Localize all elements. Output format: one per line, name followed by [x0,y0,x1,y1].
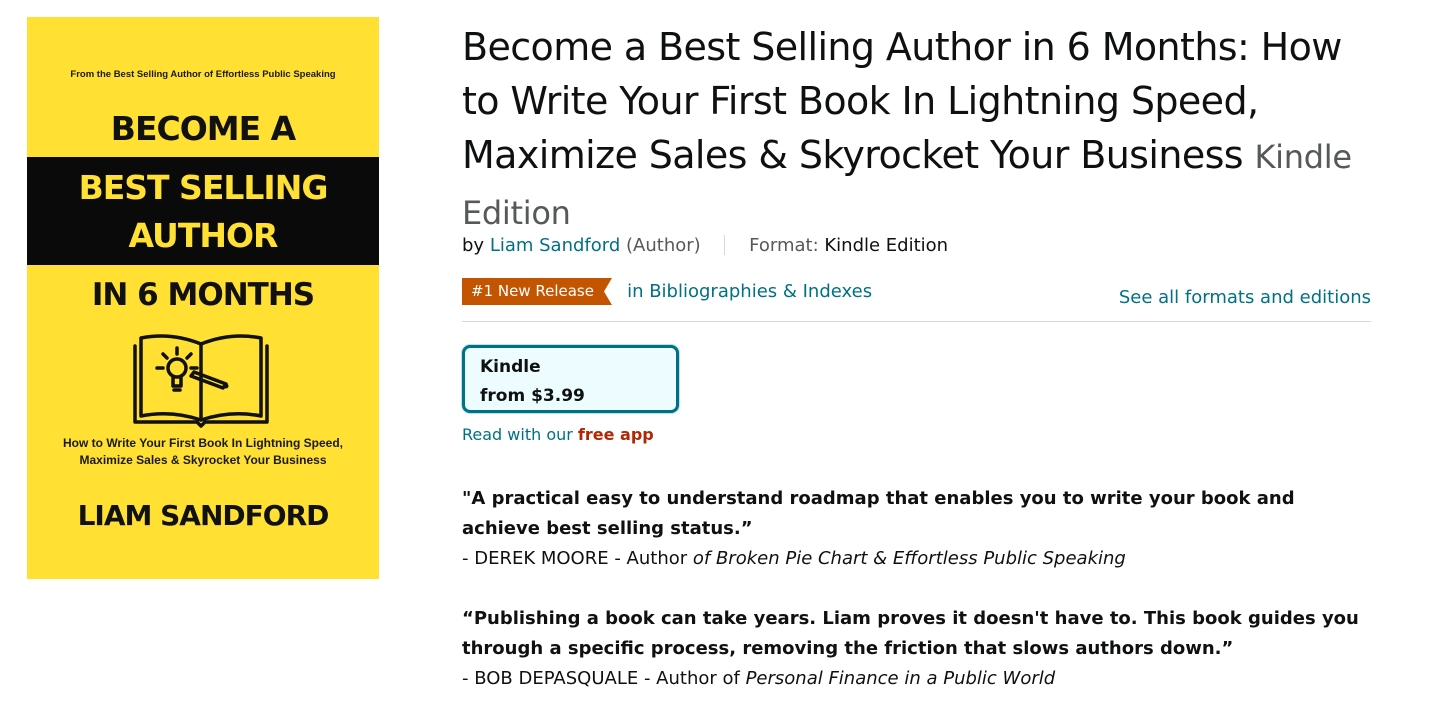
free-app-link[interactable]: free app [578,425,654,444]
read-with-app-prefix: Read with our [462,425,573,444]
author-link[interactable]: Liam Sandford [490,235,620,256]
cover-subtitle: How to Write Your First Book In Lightnin… [39,435,367,469]
review-attribution-work: Personal Finance in a Public World [745,668,1056,689]
review-attribution-prefix: - BOB DEPASQUALE - Author of [462,668,746,689]
book-cover-image[interactable]: From the Best Selling Author of Effortle… [27,17,379,579]
cover-top-line: From the Best Selling Author of Effortle… [70,69,336,80]
byline-by: by [462,235,485,256]
review-attribution: - BOB DEPASQUALE - Author of Personal Fi… [462,664,1362,694]
kindle-format-label: Kindle [480,357,541,377]
author-role: (Author) [626,235,701,256]
review-quote: "A practical easy to understand roadmap … [462,484,1362,574]
open-book-lightbulb-pencil-icon [133,334,269,428]
review-attribution-prefix: - DEREK MOORE - Author [462,548,693,569]
cover-subtitle-line-2: Maximize Sales & Skyrocket Your Business [79,453,327,467]
review-quote: “Publishing a book can take years. Liam … [462,604,1362,694]
divider [462,321,1371,322]
byline: by Liam Sandford (Author) Format: Kindle… [462,235,948,256]
review-attribution-work: of Broken Pie Chart & Effortless Public … [692,548,1126,569]
kindle-format-button[interactable]: Kindle from $3.99 [462,345,679,413]
product-title: Become a Best Selling Author in 6 Months… [462,20,1362,240]
cover-title-line-2: BEST SELLING [78,168,329,207]
review-attribution: - DEREK MOORE - Author of Broken Pie Cha… [462,544,1362,574]
product-title-text: Become a Best Selling Author in 6 Months… [462,25,1342,177]
cover-title-line-3: AUTHOR [128,216,279,255]
format-value: Kindle Edition [824,235,949,256]
review-quote-text: “Publishing a book can take years. Liam … [462,608,1359,659]
review-quote-text: "A practical easy to understand roadmap … [462,488,1295,539]
badge-category-link[interactable]: in Bibliographies & Indexes [627,281,872,302]
byline-separator [724,235,726,255]
format-label: Format: [749,235,819,256]
new-release-badge[interactable]: #1 New Release [462,278,612,305]
new-release-row: #1 New Release in Bibliographies & Index… [462,278,872,305]
kindle-format-price: from $3.99 [480,386,585,406]
see-all-formats-link[interactable]: See all formats and editions [1119,287,1371,308]
read-with-app: Read with our free app [462,425,654,444]
cover-title-line-1: BECOME A [110,109,296,148]
cover-subtitle-line-1: How to Write Your First Book In Lightnin… [63,436,343,450]
cover-title-line-4: IN 6 MONTHS [91,277,315,313]
cover-author-name: LIAM SANDFORD [77,499,330,532]
